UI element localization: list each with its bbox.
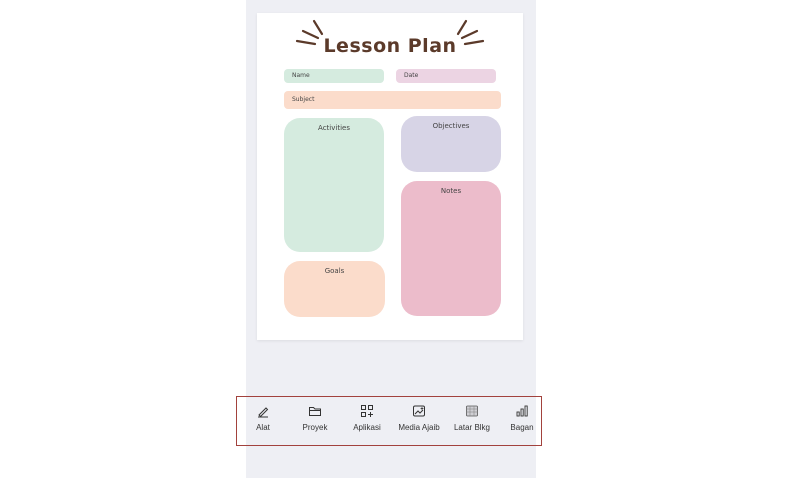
activities-box[interactable]: Activities xyxy=(284,118,384,252)
design-canvas[interactable]: Lesson Plan Name Date Subject Activities… xyxy=(257,13,523,340)
objectives-box[interactable]: Objectives xyxy=(401,116,501,172)
activities-label: Activities xyxy=(318,124,350,132)
title-area: Lesson Plan xyxy=(257,13,523,73)
subject-field[interactable]: Subject xyxy=(284,91,501,109)
notes-label: Notes xyxy=(440,187,462,195)
date-label: Date xyxy=(404,72,419,79)
notes-box[interactable]: Notes xyxy=(401,181,501,316)
subject-label: Subject xyxy=(292,96,315,103)
date-field[interactable]: Date xyxy=(396,69,496,83)
name-label: Name xyxy=(292,72,310,79)
objectives-label: Objectives xyxy=(432,122,470,130)
name-field[interactable]: Name xyxy=(284,69,384,83)
goals-label: Goals xyxy=(324,267,345,275)
toolbar-highlight-frame xyxy=(236,396,542,446)
goals-box[interactable]: Goals xyxy=(284,261,385,317)
page-title: Lesson Plan xyxy=(323,35,457,57)
